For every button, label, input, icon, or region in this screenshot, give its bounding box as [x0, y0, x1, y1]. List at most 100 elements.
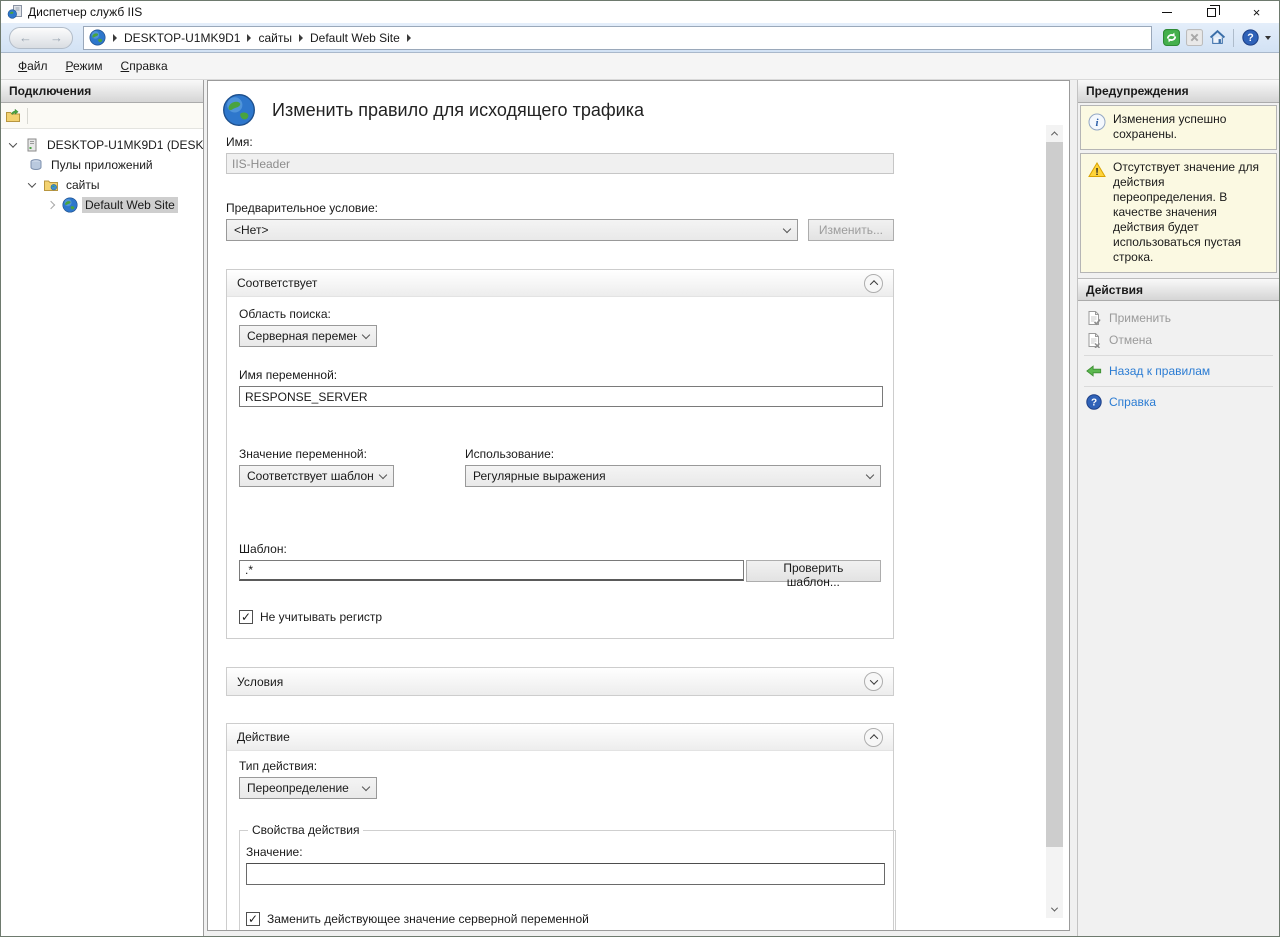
back-arrow-icon: [1086, 364, 1102, 378]
precondition-select[interactable]: <Нет>: [226, 219, 798, 241]
menu-help[interactable]: Справка: [112, 55, 177, 77]
scrollbar-thumb[interactable]: [1046, 142, 1063, 847]
menu-file[interactable]: Файл: [9, 55, 57, 77]
restore-button[interactable]: [1189, 1, 1234, 23]
alerts-list: i Изменения успешно сохранены. ! Отсутст…: [1078, 103, 1279, 278]
tree-item-sites[interactable]: сайты: [1, 175, 203, 195]
help-icon: ?: [1242, 29, 1259, 46]
help-action[interactable]: ? Справка: [1078, 391, 1279, 413]
replace-value-label: Заменить действующее значение серверной …: [267, 912, 589, 926]
help-label: Справка: [1109, 395, 1156, 409]
breadcrumb-arrow-icon: [299, 34, 303, 42]
ignore-case-checkbox[interactable]: ✓: [239, 610, 253, 624]
close-icon: ×: [1253, 5, 1261, 20]
toolbar-separator: [1233, 29, 1234, 47]
cancel-action[interactable]: Отмена: [1078, 329, 1279, 351]
help-button[interactable]: ?: [1241, 29, 1259, 47]
scroll-down-button[interactable]: [1046, 901, 1063, 918]
minimize-button[interactable]: [1144, 1, 1189, 23]
scope-select[interactable]: Серверная переменн: [239, 325, 377, 347]
alerts-title: Предупреждения: [1086, 84, 1189, 98]
value-input[interactable]: [246, 863, 885, 885]
using-label: Использование:: [465, 447, 881, 461]
window-controls: ×: [1144, 1, 1279, 23]
forward-button[interactable]: →: [50, 31, 63, 44]
collapse-section-button[interactable]: [864, 274, 883, 293]
svg-text:!: !: [1095, 167, 1098, 178]
apply-action[interactable]: Применить: [1078, 307, 1279, 329]
cancel-icon: [1086, 332, 1102, 348]
breadcrumb-arrow-icon: [247, 34, 251, 42]
globe-icon: [89, 29, 106, 46]
address-toolbar: ?: [1162, 29, 1271, 47]
home-button[interactable]: [1208, 29, 1226, 47]
warning-icon: !: [1088, 161, 1106, 179]
breadcrumb-sites[interactable]: сайты: [258, 31, 292, 45]
variable-name-input[interactable]: [239, 386, 883, 407]
toolbar-separator: [27, 108, 28, 124]
help-circle-icon: ?: [1086, 394, 1102, 410]
main-area: Изменить правило для исходящего трафика …: [204, 80, 1077, 936]
address-bar: ← → DESKTOP-U1MK9D1 сайты Default Web Si…: [1, 23, 1279, 53]
action-type-select[interactable]: Переопределение: [239, 777, 377, 799]
menu-view[interactable]: Режим: [57, 55, 112, 77]
expand-section-button[interactable]: [864, 672, 883, 691]
replace-value-checkbox[interactable]: ✓: [246, 912, 260, 926]
page-title: Изменить правило для исходящего трафика: [272, 100, 644, 121]
stop-button[interactable]: [1185, 29, 1203, 47]
globe-icon-large: [222, 93, 256, 127]
breadcrumb[interactable]: DESKTOP-U1MK9D1 сайты Default Web Site: [83, 26, 1152, 50]
rule-form: Изменить правило для исходящего трафика …: [226, 81, 894, 931]
chevron-down-icon: [379, 470, 387, 478]
edit-precondition-button[interactable]: Изменить...: [808, 219, 894, 241]
stop-icon: [1186, 29, 1203, 46]
breadcrumb-server[interactable]: DESKTOP-U1MK9D1: [124, 31, 240, 45]
match-section: Соответствует Область поиска: Серверная …: [226, 269, 894, 639]
test-pattern-button[interactable]: Проверить шаблон...: [746, 560, 881, 582]
chevron-up-icon: [1051, 131, 1058, 138]
pattern-input[interactable]: [239, 560, 744, 581]
apply-icon: [1086, 310, 1102, 326]
collapse-icon[interactable]: [6, 138, 20, 152]
chevron-down-icon: [362, 330, 370, 338]
application-pools-icon: [28, 157, 44, 173]
navigation-buttons: ← →: [9, 27, 73, 49]
tree-item-app-pools[interactable]: Пулы приложений: [1, 155, 203, 175]
actions-header: Действия: [1078, 278, 1279, 301]
app-pools-node-label: Пулы приложений: [48, 157, 156, 173]
add-connection-icon[interactable]: [5, 108, 21, 124]
collapse-icon[interactable]: [25, 178, 39, 192]
using-select[interactable]: Регулярные выражения: [465, 465, 881, 487]
connections-header: Подключения: [1, 80, 203, 103]
tree-item-default-web-site[interactable]: Default Web Site: [1, 195, 203, 215]
action-section-body: Тип действия: Переопределение Свойства д…: [227, 751, 893, 931]
match-section-header: Соответствует: [227, 270, 893, 297]
alerts-header: Предупреждения: [1078, 80, 1279, 103]
server-icon: [24, 137, 40, 153]
home-icon: [1209, 29, 1226, 46]
scroll-up-button[interactable]: [1046, 125, 1063, 142]
chevron-up-icon: [869, 280, 877, 288]
actions-list: Применить Отмена: [1078, 301, 1279, 413]
conditions-section-header: Условия: [227, 668, 893, 695]
refresh-button[interactable]: [1162, 29, 1180, 47]
close-button[interactable]: ×: [1234, 1, 1279, 23]
value-label: Значение:: [246, 845, 885, 859]
tree-item-server[interactable]: DESKTOP-U1MK9D1 (DESKTOP-U1MK9D1: [1, 135, 203, 155]
variable-value-select[interactable]: Соответствует шаблону: [239, 465, 394, 487]
connections-title: Подключения: [9, 84, 91, 98]
conditions-section: Условия: [226, 667, 894, 696]
back-to-rules-action[interactable]: Назад к правилам: [1078, 360, 1279, 382]
precondition-label: Предварительное условие:: [226, 201, 894, 215]
expand-icon[interactable]: [44, 198, 58, 212]
collapse-section-button[interactable]: [864, 728, 883, 747]
actions-title: Действия: [1086, 283, 1143, 297]
page-header: Изменить правило для исходящего трафика: [222, 93, 894, 127]
alert-warning: ! Отсутствует значение для действия пере…: [1080, 153, 1277, 273]
name-input[interactable]: [226, 153, 894, 174]
help-dropdown-icon[interactable]: [1265, 36, 1271, 40]
sites-folder-icon: [43, 177, 59, 193]
chevron-down-icon: [1051, 905, 1058, 912]
breadcrumb-default-web-site[interactable]: Default Web Site: [310, 31, 400, 45]
back-button[interactable]: ←: [19, 31, 32, 44]
